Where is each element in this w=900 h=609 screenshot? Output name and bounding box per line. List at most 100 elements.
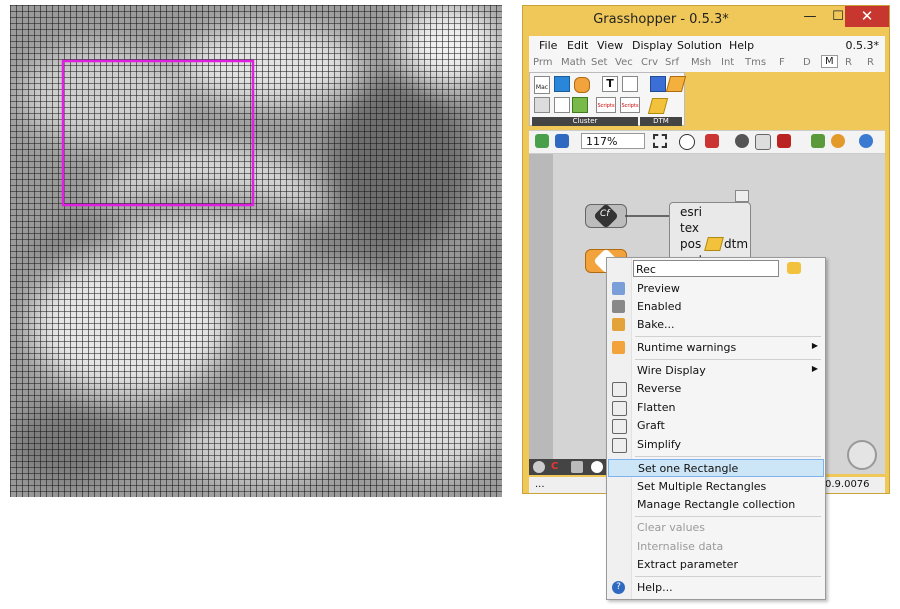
tab-set[interactable]: Set [591, 57, 607, 68]
cf-node[interactable]: Cf [585, 203, 627, 229]
minimize-button[interactable]: — [795, 6, 825, 27]
dtm-icon[interactable] [647, 98, 669, 114]
esri-component[interactable]: esri tex pos rect dtm [669, 202, 751, 267]
tab-m[interactable]: M [821, 55, 838, 68]
close-button[interactable]: ✕ [845, 6, 889, 27]
edit-icon[interactable] [554, 97, 570, 113]
gear-icon[interactable] [533, 461, 545, 473]
globe-icon[interactable] [859, 134, 873, 148]
menu-item-set-one-rectangle[interactable]: Set one Rectangle [608, 459, 824, 477]
tab-r2[interactable]: R [867, 57, 874, 68]
menu-file[interactable]: File [539, 39, 557, 52]
port-dtm[interactable]: dtm [724, 237, 748, 251]
help-icon: ? [612, 581, 625, 594]
menu-view[interactable]: View [597, 39, 623, 52]
nickname-input[interactable]: Rec [633, 260, 779, 277]
hex-tool-icon[interactable] [571, 461, 583, 473]
open-icon[interactable] [535, 134, 549, 148]
menu-item-preview[interactable]: Preview [608, 280, 824, 298]
tab-math[interactable]: Math [561, 57, 586, 68]
panel-icon[interactable] [534, 97, 550, 113]
ribbon-panel: Mac T Scripts Scripts Cluster DTM [529, 72, 687, 126]
menu-separator [635, 336, 821, 337]
tab-tms[interactable]: Tms [745, 57, 766, 68]
menu-bar: File Edit View Display Solution Help 0.5… [529, 36, 885, 56]
menu-item-reverse[interactable]: Reverse [608, 380, 824, 398]
menu-help[interactable]: Help [729, 39, 754, 52]
menu-item-graft[interactable]: Graft [608, 417, 824, 435]
menu-separator [635, 456, 821, 457]
canvas-toolbar: 117% [529, 130, 885, 154]
message-icon[interactable] [574, 77, 590, 93]
sphere-icon[interactable] [735, 134, 749, 148]
save-icon[interactable] [555, 134, 569, 148]
menu-item-manage-rectangle-collection[interactable]: Manage Rectangle collection [608, 496, 824, 514]
submenu-arrow-icon: ▶ [811, 341, 818, 350]
preview-icon [612, 282, 625, 295]
terrain-viewport[interactable] [10, 5, 502, 497]
eye-icon[interactable] [679, 134, 695, 150]
tab-d[interactable]: D [803, 57, 811, 68]
disk-icon[interactable] [650, 76, 666, 92]
tab-msh[interactable]: Msh [691, 57, 711, 68]
clock-icon[interactable] [591, 461, 603, 473]
menu-separator [635, 359, 821, 360]
menu-item-clear-values: Clear values [637, 521, 706, 534]
script-icon[interactable]: Scripts [596, 97, 616, 113]
menu-edit[interactable]: Edit [567, 39, 588, 52]
terrain-canvas [10, 5, 502, 497]
lock-icon[interactable] [572, 97, 588, 113]
context-menu: Rec Preview Enabled Bake... Runtime warn… [606, 257, 826, 600]
cluster-icon[interactable] [554, 76, 570, 92]
shaded-icon[interactable] [831, 134, 845, 148]
cf-label: Cf [600, 209, 610, 219]
bake-icon [612, 318, 625, 331]
reverse-icon [612, 382, 627, 397]
tab-r[interactable]: R [845, 57, 852, 68]
window-title: Grasshopper - 0.5.3* [593, 12, 729, 27]
group-dtm-label: DTM [640, 117, 682, 126]
tab-vec[interactable]: Vec [615, 57, 633, 68]
pointer-icon[interactable] [787, 262, 801, 274]
menu-item-help[interactable]: ? Help... [608, 579, 824, 597]
preview-icon[interactable] [811, 134, 825, 148]
mac-icon[interactable]: Mac [534, 76, 550, 94]
menu-item-set-multiple-rectangles[interactable]: Set Multiple Rectangles [608, 478, 824, 496]
flatten-icon [612, 401, 627, 416]
port-tex[interactable]: tex [680, 221, 699, 235]
text-icon[interactable]: T [602, 76, 618, 92]
tab-srf[interactable]: Srf [665, 57, 679, 68]
tab-int[interactable]: Int [721, 57, 734, 68]
menu-solution[interactable]: Solution [677, 39, 722, 52]
enabled-icon [612, 300, 625, 313]
menu-item-bake[interactable]: Bake... [608, 316, 824, 334]
tab-crv[interactable]: Crv [641, 57, 658, 68]
status-left: ... [535, 479, 545, 490]
csharp-icon[interactable]: C [551, 461, 565, 473]
brush-icon[interactable] [705, 134, 719, 148]
port-esri[interactable]: esri [680, 205, 702, 219]
menu-display[interactable]: Display [632, 39, 673, 52]
mesh-icon[interactable] [755, 134, 771, 150]
status-right: 0.9.0076 [825, 479, 870, 490]
menu-item-wire-display[interactable]: Wire Display ▶ [608, 362, 824, 380]
zoom-select[interactable]: 117% [581, 133, 645, 149]
tab-prm[interactable]: Prm [533, 57, 553, 68]
select-icon[interactable] [653, 134, 667, 148]
component-tabs: Prm Math Set Vec Crv Srf Msh Int Tms F D… [529, 55, 885, 72]
menu-item-runtime-warnings[interactable]: Runtime warnings ▶ [608, 339, 824, 357]
tab-f[interactable]: F [779, 57, 785, 68]
menu-item-simplify[interactable]: Simplify [608, 436, 824, 454]
dtm-component-icon [704, 237, 724, 251]
menu-separator [635, 576, 821, 577]
document-icon[interactable] [622, 76, 638, 92]
port-pos[interactable]: pos [680, 237, 701, 251]
menu-item-enabled[interactable]: Enabled [608, 298, 824, 316]
title-bar[interactable]: Grasshopper - 0.5.3* — ☐ ✕ [523, 6, 889, 33]
script-icon-2[interactable]: Scripts [620, 97, 640, 113]
menu-item-flatten[interactable]: Flatten [608, 399, 824, 417]
bake-icon[interactable] [777, 134, 791, 148]
flag-icon[interactable] [665, 76, 687, 92]
menu-item-extract-parameter[interactable]: Extract parameter [608, 556, 824, 574]
navigation-widget-icon[interactable] [847, 440, 877, 470]
